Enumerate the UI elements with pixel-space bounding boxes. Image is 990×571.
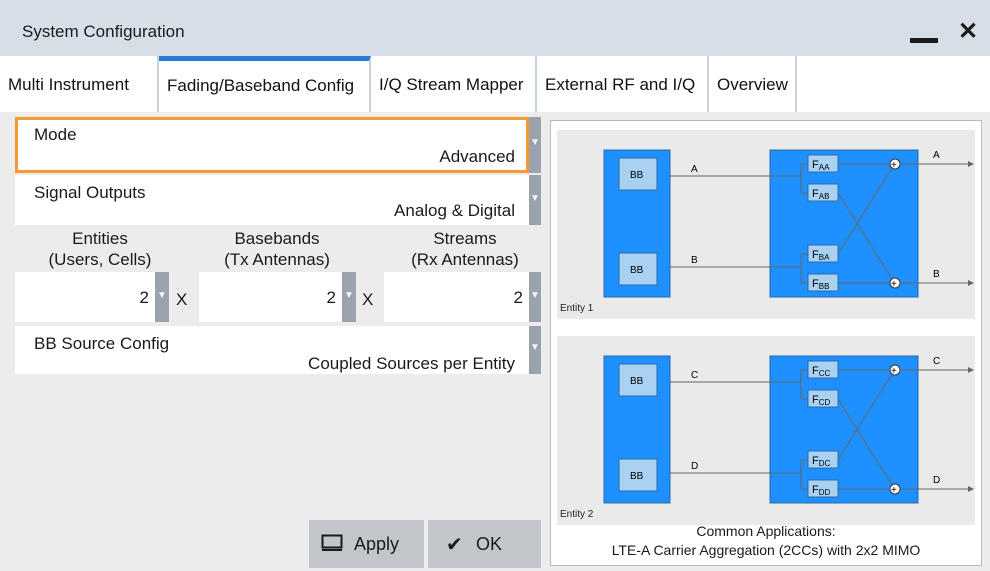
- close-icon[interactable]: ✕: [958, 18, 978, 46]
- window-title: System Configuration: [22, 22, 185, 41]
- minimize-icon[interactable]: [910, 38, 938, 43]
- tab-bar: Multi Instrument Fading/Baseband Config …: [0, 56, 990, 112]
- streams-field[interactable]: 2: [384, 272, 529, 322]
- input-label: C: [691, 370, 698, 381]
- mimo-diagram: BasebandsStreamsEntity 1BBBBABFAAFABFBAF…: [557, 130, 975, 525]
- output-label: D: [933, 475, 940, 486]
- fading-block: [769, 355, 919, 504]
- checkmark-icon: ✔: [446, 534, 463, 556]
- output-label: B: [933, 269, 940, 280]
- separator-x: X: [362, 290, 374, 309]
- entities-field[interactable]: 2: [15, 272, 155, 322]
- bb-label: BB: [630, 170, 644, 181]
- output-label: A: [933, 150, 940, 161]
- tab-iq-stream-mapper[interactable]: I/Q Stream Mapper: [371, 56, 537, 112]
- plus-icon: +: [891, 485, 897, 496]
- input-label: D: [691, 461, 698, 472]
- ok-button[interactable]: ✔ OK: [428, 520, 541, 568]
- plus-icon: +: [891, 279, 897, 290]
- entities-header: Entities (Users, Cells): [48, 229, 152, 269]
- tab-overview[interactable]: Overview: [709, 56, 797, 112]
- fading-block: [769, 149, 919, 298]
- mode-select[interactable]: Mode Advanced: [15, 117, 529, 173]
- title-bar: System Configuration ✕: [0, 0, 990, 56]
- monitor-icon: [321, 534, 343, 551]
- mimo-diagram-panel: BasebandsStreamsEntity 1BBBBABFAAFABFBAF…: [550, 120, 982, 566]
- signal-outputs-dropdown-button[interactable]: ▼: [529, 175, 541, 225]
- entity-label: Entity 2: [560, 509, 594, 520]
- entity-label: Entity 1: [560, 303, 594, 314]
- plus-icon: +: [891, 160, 897, 171]
- mode-label: Mode: [34, 125, 77, 144]
- bb-source-config-dropdown-button[interactable]: ▼: [529, 326, 541, 374]
- plus-icon: +: [891, 366, 897, 377]
- apply-label: Apply: [354, 534, 400, 554]
- basebands-dropdown-button[interactable]: ▼: [342, 272, 356, 322]
- signal-outputs-value: Analog & Digital: [394, 201, 515, 220]
- diagram-caption-line2: LTE-A Carrier Aggregation (2CCs) with 2x…: [611, 542, 921, 558]
- bb-source-config-value: Coupled Sources per Entity: [308, 354, 515, 373]
- bb-label: BB: [630, 376, 644, 387]
- signal-outputs-select[interactable]: Signal Outputs Analog & Digital: [15, 175, 529, 225]
- tab-fading-baseband-config[interactable]: Fading/Baseband Config: [159, 56, 371, 112]
- input-label: B: [691, 255, 698, 266]
- signal-outputs-label: Signal Outputs: [34, 183, 146, 202]
- mode-dropdown-button[interactable]: ▼: [529, 117, 541, 173]
- tab-multi-instrument[interactable]: Multi Instrument: [0, 56, 159, 112]
- bb-source-config-select[interactable]: BB Source Config Coupled Sources per Ent…: [15, 326, 529, 374]
- basebands-header: Basebands (Tx Antennas): [224, 229, 330, 269]
- output-label: C: [933, 356, 940, 367]
- separator-x: X: [176, 290, 188, 309]
- bb-label: BB: [630, 471, 644, 482]
- chevron-down-icon: ▼: [530, 137, 540, 148]
- basebands-field[interactable]: 2: [199, 272, 342, 322]
- tab-bar-filler: [797, 56, 990, 112]
- streams-dropdown-button[interactable]: ▼: [529, 272, 541, 322]
- tab-external-rf-iq[interactable]: External RF and I/Q: [537, 56, 709, 112]
- apply-button[interactable]: Apply: [309, 520, 424, 568]
- mode-value: Advanced: [439, 147, 515, 166]
- entities-dropdown-button[interactable]: ▼: [155, 272, 169, 322]
- chevron-down-icon: ▼: [530, 290, 540, 301]
- chevron-down-icon: ▼: [530, 193, 540, 204]
- diagram-caption-line1: Common Applications:: [696, 523, 836, 539]
- chevron-down-icon: ▼: [344, 290, 354, 301]
- chevron-down-icon: ▼: [530, 342, 540, 353]
- chevron-down-icon: ▼: [157, 290, 167, 301]
- bb-source-config-label: BB Source Config: [34, 334, 170, 353]
- bb-label: BB: [630, 265, 644, 276]
- streams-header: Streams (Rx Antennas): [411, 229, 519, 269]
- input-label: A: [691, 164, 698, 175]
- ok-label: OK: [476, 534, 503, 554]
